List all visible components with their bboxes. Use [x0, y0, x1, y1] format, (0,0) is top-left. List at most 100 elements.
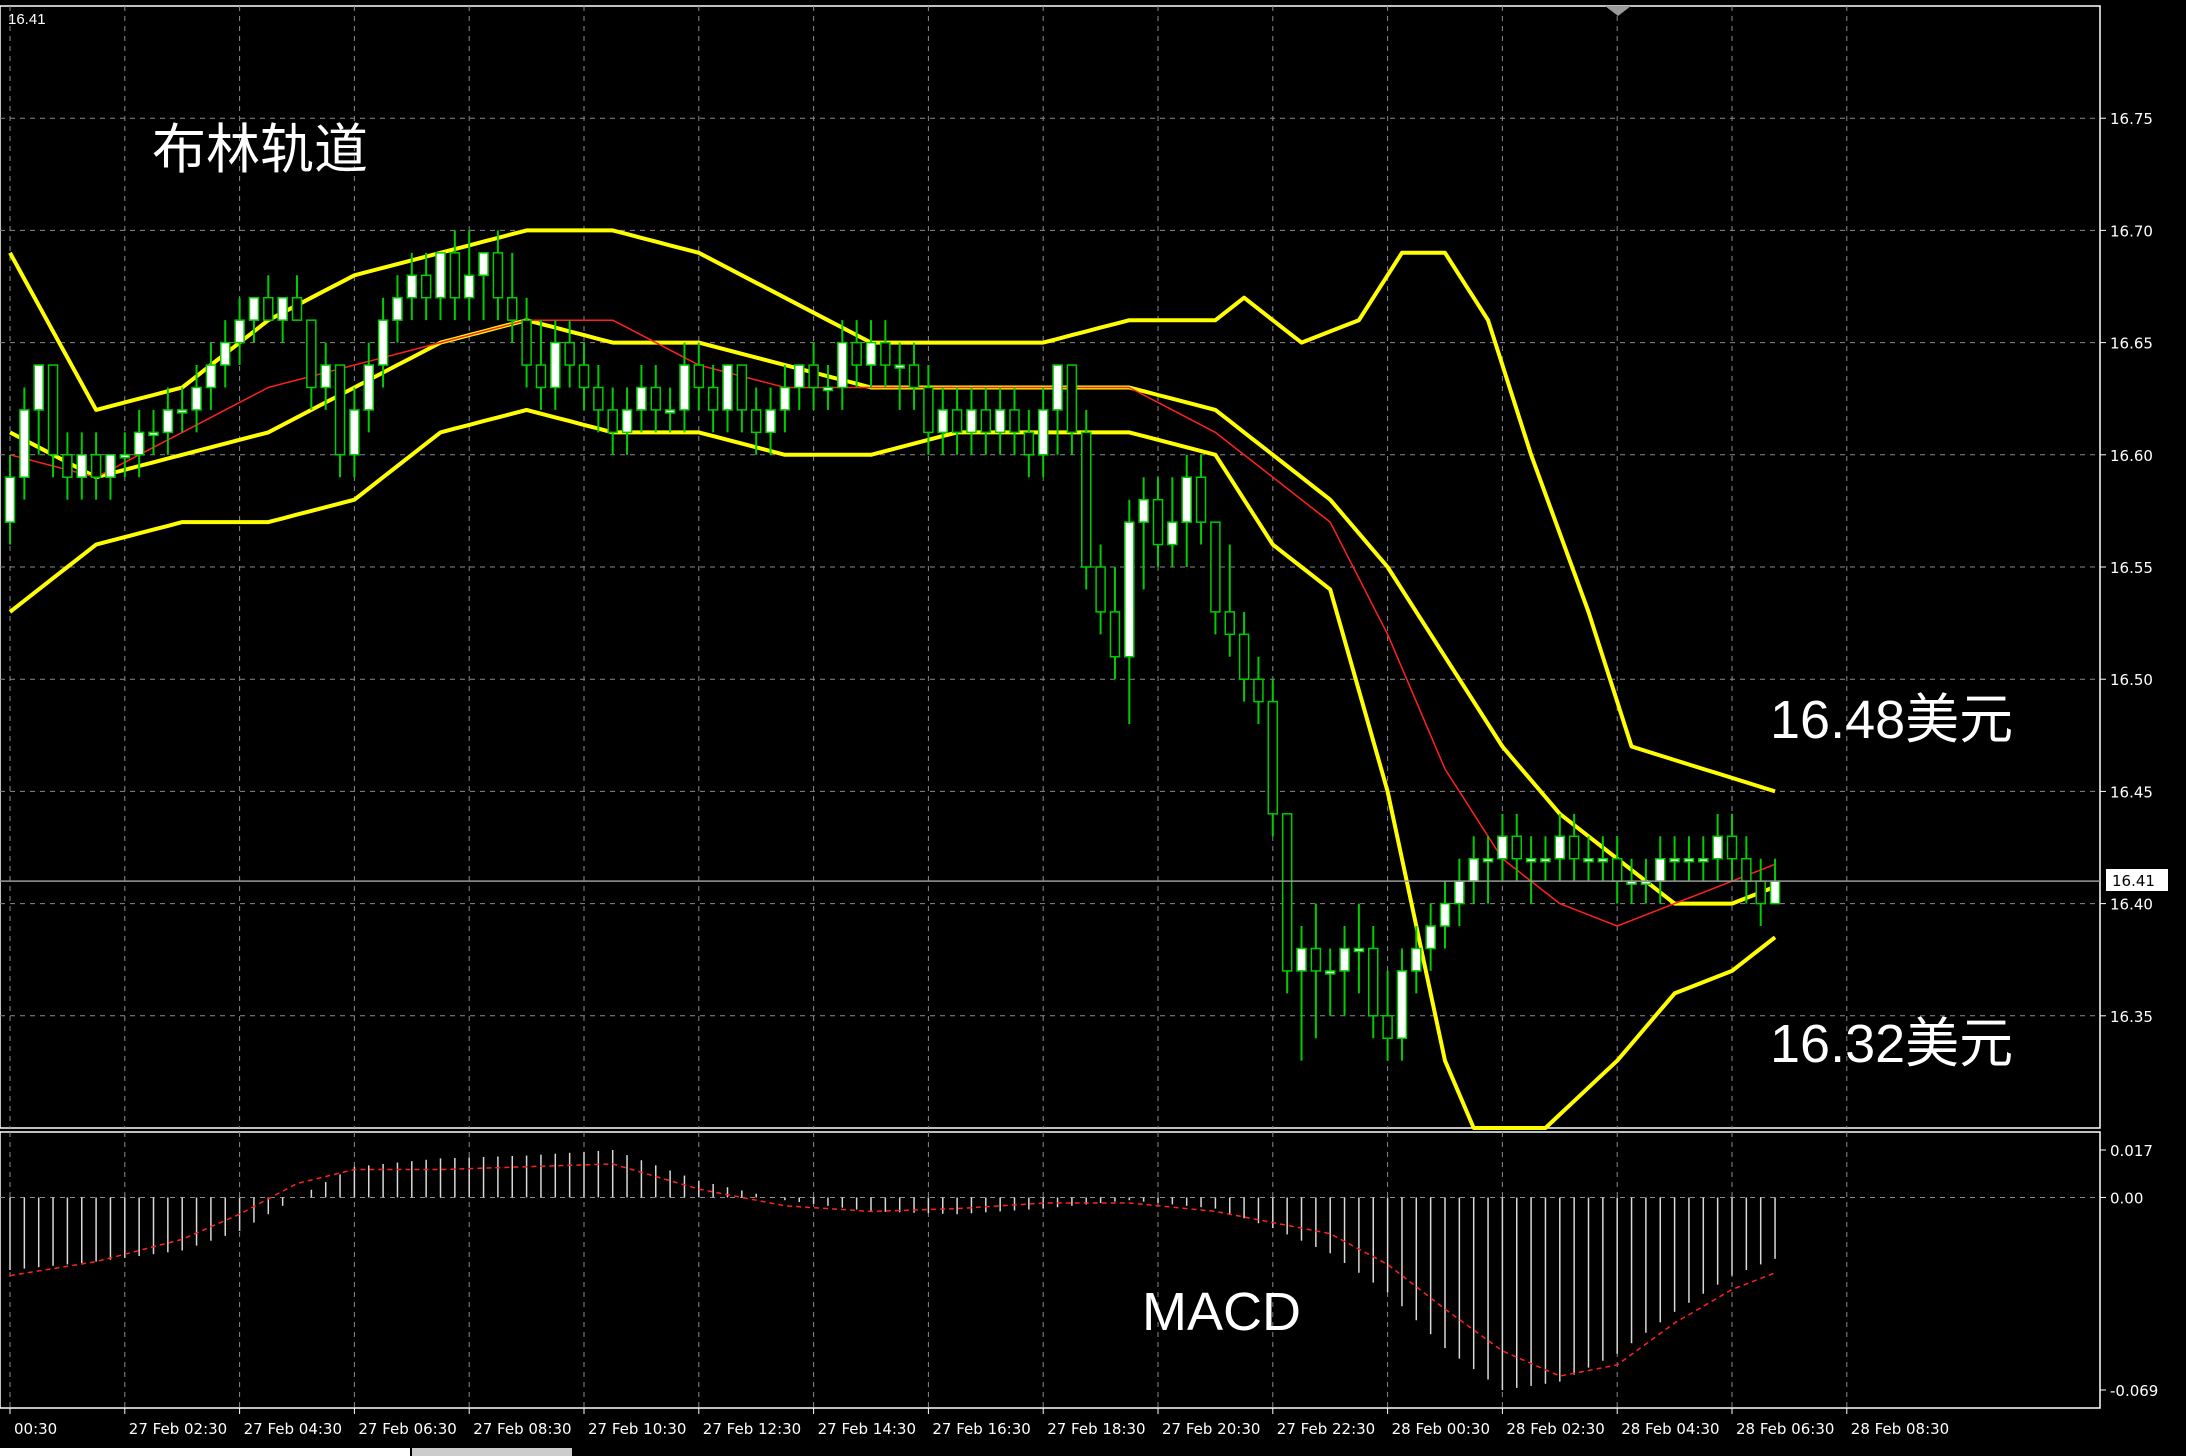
candle-body [277, 296, 288, 321]
time-tick-label: 27 Feb 10:30 [588, 1420, 686, 1438]
candle-body [837, 341, 848, 389]
candle-body [722, 364, 733, 411]
candle-body [47, 364, 59, 456]
candle-body [1152, 498, 1164, 546]
candle-body [62, 454, 73, 478]
time-tick-label: 28 Feb 02:30 [1506, 1420, 1604, 1438]
candle-body [162, 409, 174, 434]
time-tick-label: 27 Feb 12:30 [703, 1420, 801, 1438]
candle-body [578, 364, 590, 389]
candle-body [535, 364, 547, 389]
candle-body [1224, 611, 1235, 636]
candle-body [1482, 857, 1494, 863]
candle-body [1181, 476, 1192, 523]
candle-body [1210, 521, 1221, 613]
candle-body [1497, 835, 1508, 860]
candle-body [750, 409, 762, 434]
candle-body [1195, 476, 1207, 523]
candle-body [980, 409, 992, 434]
chart-area[interactable]: 16.75 16.70 16.65 16.60 16.55 16.50 16.45 16.40… [0, 0, 2186, 1456]
candle-body [1066, 364, 1078, 434]
candle-body [1769, 880, 1781, 905]
macd-tick-label: 0.00 [2110, 1189, 2143, 1207]
time-tick-label: 28 Feb 08:30 [1851, 1420, 1949, 1438]
candle-body [1554, 835, 1566, 860]
candle-body [148, 431, 159, 437]
candle-body [449, 252, 461, 299]
candle-body [1124, 521, 1135, 658]
candle-body [1296, 947, 1307, 972]
candle-body [707, 386, 719, 411]
candle-body [420, 274, 432, 299]
candle-body [291, 296, 303, 321]
candle-body [808, 364, 819, 389]
candle-body [205, 364, 217, 389]
candle-body [306, 319, 317, 389]
candle-body [90, 454, 102, 478]
candle-body [894, 364, 905, 369]
scrollbar-thumb[interactable] [412, 1448, 572, 1456]
candle-body [392, 296, 403, 321]
candle-body [1468, 857, 1479, 882]
price-tick-label: 16.55 [2110, 559, 2153, 577]
current-price-tag-label: 16.41 [2112, 872, 2155, 890]
candle-body [119, 454, 131, 459]
candle-body [176, 409, 188, 414]
candle-body [1009, 409, 1020, 434]
lower-target-label: 16.32美元 [1770, 1014, 2013, 1074]
candle-body [220, 341, 231, 366]
macd-tick-label: 0.017 [2110, 1142, 2153, 1160]
candle-body [1425, 925, 1436, 950]
candle-body [1167, 521, 1178, 546]
candle-body [1138, 498, 1149, 523]
upper-target-label: 16.48美元 [1770, 690, 2013, 750]
candle-body [1568, 835, 1580, 860]
candle-body [1439, 902, 1451, 927]
time-tick-label: 27 Feb 08:30 [473, 1420, 571, 1438]
candle-body [1238, 633, 1250, 680]
candle-body [736, 364, 748, 411]
candle-body [248, 296, 260, 321]
candle-body [33, 364, 44, 411]
candle-body [1611, 857, 1623, 882]
candle-body [1037, 409, 1049, 456]
time-tick-label: 27 Feb 02:30 [129, 1420, 227, 1438]
candle-body [851, 341, 862, 366]
candle-body [937, 409, 948, 434]
candle-body [1726, 835, 1738, 860]
candle-body [1052, 364, 1063, 411]
time-tick-label: 27 Feb 06:30 [358, 1420, 456, 1438]
candle-body [1281, 813, 1293, 972]
price-tick-label: 16.75 [2110, 110, 2153, 128]
candle-body [1023, 431, 1035, 456]
candle-body [1525, 857, 1537, 863]
candle-body [1081, 431, 1092, 568]
time-tick-label: 00:30 [14, 1420, 57, 1438]
candle-body [550, 341, 561, 389]
candle-body [865, 341, 877, 366]
candle-body [693, 364, 705, 389]
candle-body [234, 319, 245, 344]
time-tick-label: 27 Feb 18:30 [1047, 1420, 1145, 1438]
chart-title: 布林轨道 [152, 120, 368, 180]
time-tick-label: 28 Feb 06:30 [1736, 1420, 1834, 1438]
candle-body [1583, 857, 1594, 863]
candle-body [1267, 700, 1279, 815]
candle-body [607, 409, 618, 434]
time-tick-label: 27 Feb 16:30 [932, 1420, 1030, 1438]
candle-body [19, 409, 30, 478]
candle-body [1755, 880, 1766, 905]
horizontal-scrollbar[interactable] [0, 1448, 410, 1456]
candle-body [1655, 857, 1666, 882]
candle-body [1683, 857, 1695, 863]
candle-body [377, 319, 389, 366]
candle-body [320, 364, 331, 389]
candle-body [191, 386, 202, 411]
candle-body [478, 252, 489, 277]
time-tick-label: 27 Feb 14:30 [818, 1420, 916, 1438]
candle-body [1339, 947, 1350, 972]
candle-body [1095, 566, 1106, 613]
candle-body [765, 409, 776, 434]
candle-body [1109, 611, 1121, 658]
candle-body [679, 364, 690, 411]
